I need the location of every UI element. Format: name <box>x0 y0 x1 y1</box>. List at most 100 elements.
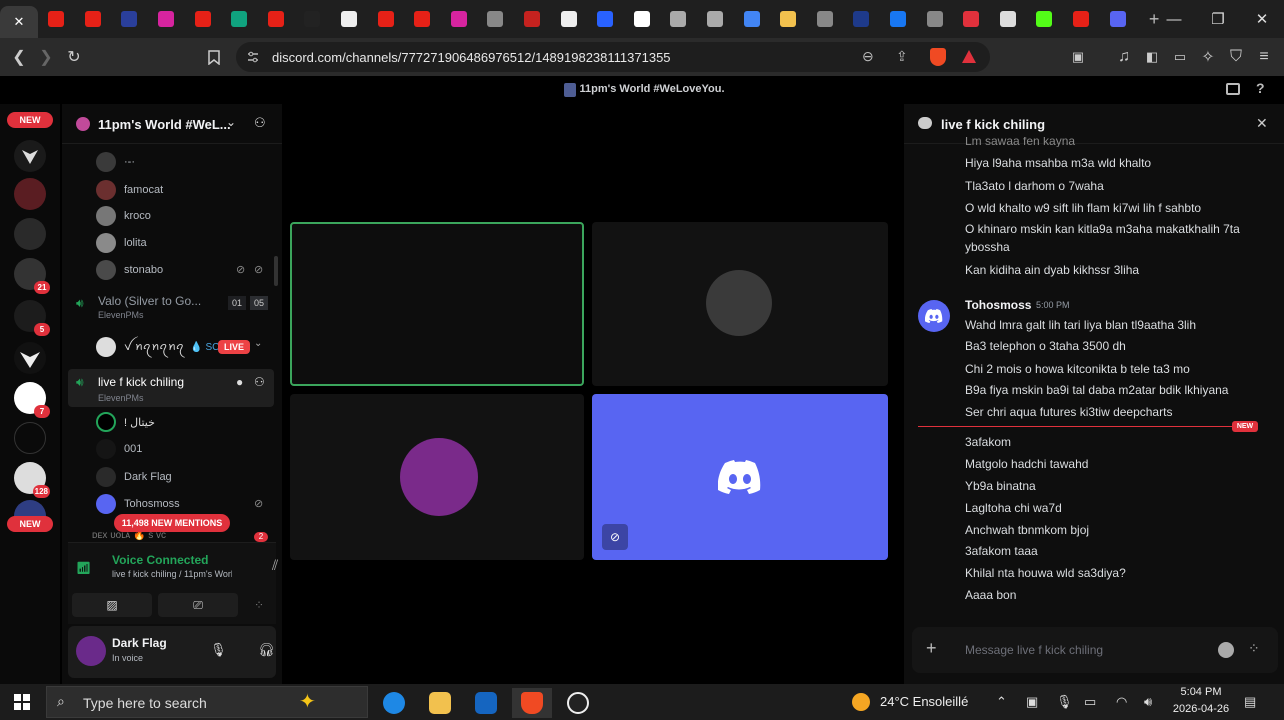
threads-icon[interactable] <box>660 4 697 34</box>
server-icon[interactable] <box>14 218 46 250</box>
minimize-icon[interactable]: — <box>1152 0 1196 38</box>
sidebar-toggle-icon[interactable]: ◧ <box>1140 45 1164 69</box>
youtube-icon[interactable] <box>38 4 75 34</box>
kick-icon[interactable] <box>1026 4 1063 34</box>
obs-icon[interactable] <box>558 688 598 718</box>
server-icon[interactable] <box>14 140 46 172</box>
outlook-icon[interactable] <box>466 688 506 718</box>
video-tile-self[interactable]: ⊘ <box>592 394 888 560</box>
server-icon[interactable]: 5 <box>14 300 50 336</box>
windows-start-icon[interactable] <box>14 694 30 715</box>
voice-channel-active[interactable]: 🔊︎ live f kick chiling ElevenPMs ● ⚇ <box>68 369 274 407</box>
youtube-icon[interactable] <box>258 4 295 34</box>
file-explorer-icon[interactable] <box>420 688 460 718</box>
voice-user[interactable]: Tohosmoss ⊘ <box>96 492 276 516</box>
coin-icon[interactable] <box>770 4 807 34</box>
zoom-icon[interactable]: ⊖ <box>862 48 874 65</box>
headphones-icon[interactable]: 🎧︎ <box>258 642 275 658</box>
close-chat-icon[interactable]: ✕ <box>1256 115 1268 132</box>
video-tile-speaking[interactable] <box>290 222 584 386</box>
tab-close-icon[interactable]: ✕ <box>0 6 38 38</box>
server-icon[interactable]: 128 <box>14 462 50 498</box>
weather-text[interactable]: 24°C Ensoleillé <box>880 694 968 709</box>
server-icon[interactable]: 7 <box>14 382 50 418</box>
share-icon[interactable]: ⇪ <box>896 48 908 65</box>
guild-header[interactable]: 11pm's World #WeL... ⌄ ⚇ <box>62 104 282 144</box>
clock-date[interactable]: 2026-04-26 <box>1172 703 1230 715</box>
add-user-icon[interactable]: ⚇ <box>254 375 265 389</box>
leo-ai-icon[interactable]: ✧ <box>1196 45 1220 69</box>
battery-icon[interactable]: ▭ <box>1084 694 1096 710</box>
voice-channel[interactable]: 🔊︎ Valo (Silver to Go... ElevenPMs 01 05 <box>68 292 274 324</box>
chrome-icon[interactable] <box>989 4 1026 34</box>
message-author[interactable]: Tohosmoss <box>965 298 1031 312</box>
emoji-icon[interactable] <box>1218 642 1234 658</box>
screen-share-button[interactable]: ⎚ <box>158 593 238 617</box>
voice-user[interactable]: ! خيتال <box>96 410 155 434</box>
taskbar-search[interactable]: ⌕ Type here to search ✦ <box>46 686 368 718</box>
clock-time[interactable]: 5:04 PM <box>1172 686 1230 698</box>
tradingview-icon[interactable] <box>294 4 331 34</box>
volume-icon[interactable]: 🔊︎ <box>1144 694 1152 710</box>
inbox-icon[interactable] <box>1226 83 1240 95</box>
youtube-icon[interactable] <box>404 4 441 34</box>
restore-icon[interactable]: ❐ <box>1196 0 1240 38</box>
help-icon[interactable]: ? <box>1256 80 1265 96</box>
globe-icon[interactable] <box>733 4 770 34</box>
server-icon[interactable] <box>14 178 46 210</box>
youtube-icon[interactable] <box>367 4 404 34</box>
gear-icon[interactable] <box>806 4 843 34</box>
scrollbar[interactable] <box>274 256 278 286</box>
address-bar[interactable]: discord.com/channels/777271906486976512/… <box>236 42 990 72</box>
video-tile[interactable] <box>290 394 584 560</box>
peek-channel[interactable]: ᴅᴇx ᴜᴏʟᴀ 🔥 s vc <box>92 532 166 542</box>
forward-icon[interactable]: ❯ <box>34 45 58 69</box>
chat-icon[interactable]: ● <box>236 375 243 389</box>
microphone-icon[interactable]: 🎙︎ <box>1056 694 1073 710</box>
server-icon[interactable]: 21 <box>14 258 50 294</box>
activities-button[interactable]: ⁘ <box>244 593 274 617</box>
voice-user[interactable]: lolita <box>96 231 147 255</box>
voice-user[interactable]: stonabo ⊘ ⊘ <box>96 258 276 282</box>
youtube-icon[interactable] <box>1063 4 1100 34</box>
server-icon[interactable] <box>14 422 46 454</box>
voice-user[interactable]: famocat <box>96 178 163 202</box>
video-tile[interactable] <box>592 222 888 386</box>
back-icon[interactable]: ❮ <box>7 45 31 69</box>
brave-rewards-icon[interactable] <box>962 50 976 63</box>
voice-user[interactable]: Dark Flag <box>96 465 172 489</box>
new-unreads-pill[interactable]: NEW <box>7 112 53 128</box>
message-input[interactable]: + Message live f kick chiling ⁘ <box>912 627 1278 673</box>
profile-icon[interactable] <box>111 4 148 34</box>
camera-button[interactable]: ▨ <box>72 593 152 617</box>
noise-suppression-icon[interactable]: ⫽ <box>272 557 278 574</box>
youtube-icon[interactable] <box>75 4 112 34</box>
reload-icon[interactable]: ↻ <box>62 45 86 69</box>
site-info-icon[interactable] <box>246 50 260 64</box>
instagram-icon[interactable] <box>441 4 478 34</box>
bookmark-icon[interactable] <box>202 45 226 69</box>
wifi-icon[interactable]: ◠ <box>1116 694 1127 710</box>
target-icon[interactable] <box>697 4 734 34</box>
patreon-icon[interactable] <box>550 4 587 34</box>
forward-icon[interactable] <box>331 4 368 34</box>
avatar[interactable] <box>76 636 106 666</box>
chatgpt-icon[interactable] <box>221 4 258 34</box>
tag-icon[interactable] <box>477 4 514 34</box>
weather-sun-icon[interactable] <box>852 693 870 711</box>
avatar[interactable] <box>918 300 950 332</box>
chevron-down-icon[interactable]: ⌄ <box>254 338 262 349</box>
voice-user[interactable]: ·-· <box>96 150 135 174</box>
menu-icon[interactable]: ≡ <box>1252 45 1276 69</box>
voice-user[interactable]: kroco <box>96 204 151 228</box>
microphone-icon[interactable]: 🎙︎ <box>210 642 227 658</box>
x-icon[interactable] <box>624 4 661 34</box>
app-icon[interactable] <box>587 4 624 34</box>
signal-icon[interactable]: 📶︎ <box>76 561 91 575</box>
brave-shields-icon[interactable] <box>930 48 946 66</box>
server-icon[interactable] <box>14 342 46 374</box>
voice-user[interactable]: 001 <box>96 437 142 461</box>
new-unreads-pill[interactable]: NEW <box>7 516 53 532</box>
invite-icon[interactable]: ⚇ <box>254 115 266 131</box>
brave-icon[interactable] <box>512 688 552 718</box>
